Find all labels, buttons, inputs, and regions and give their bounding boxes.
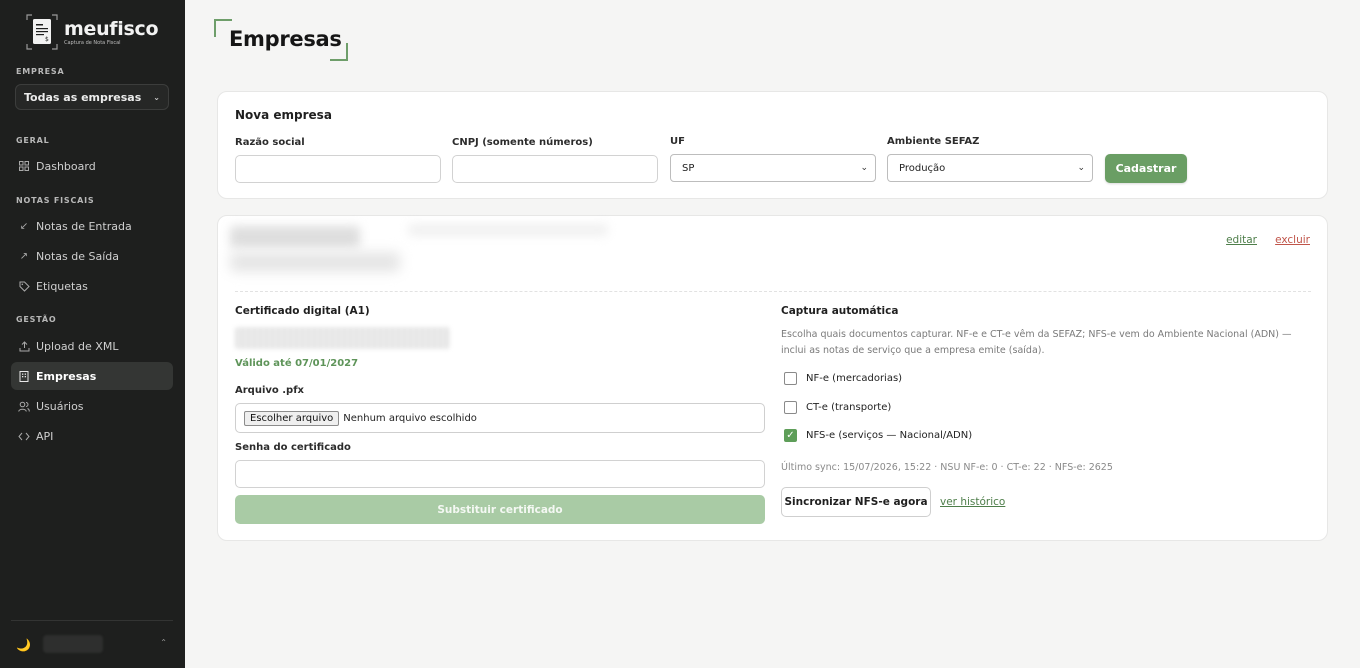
ambiente-label: Ambiente SEFAZ [887, 136, 980, 147]
company-meta-redacted [408, 224, 608, 236]
ambiente-select[interactable]: Produção ⌄ [887, 154, 1093, 182]
section-label-empresa: EMPRESA [16, 67, 65, 76]
sidebar-item-label: Upload de XML [36, 339, 119, 353]
replace-certificate-button[interactable]: Substituir certificado [235, 495, 765, 524]
razao-social-input[interactable] [235, 155, 441, 183]
company-cnpj-redacted [230, 252, 400, 272]
nfse-option[interactable]: ✓ NFS-e (serviços — Nacional/ADN) [784, 429, 972, 442]
nfse-option-label: NFS-e (serviços — Nacional/ADN) [806, 430, 973, 441]
certificate-title: Certificado digital (A1) [235, 305, 370, 317]
users-icon [18, 400, 30, 412]
nfse-checkbox[interactable]: ✓ [784, 429, 797, 442]
history-link[interactable]: ver histórico [940, 496, 1005, 508]
new-company-title: Nova empresa [235, 108, 332, 122]
arrow-up-right-icon: ↗ [19, 250, 29, 262]
last-sync-status: Último sync: 15/07/2026, 15:22 · NSU NF-… [781, 462, 1113, 473]
capture-title: Captura automática [781, 305, 899, 317]
divider [235, 291, 1311, 292]
razao-social-label: Razão social [235, 137, 305, 148]
sidebar-item-label: Notas de Entrada [36, 219, 132, 233]
company-select[interactable]: Todas as empresas ⌄ [15, 84, 169, 110]
nfe-option[interactable]: NF-e (mercadorias) [784, 372, 902, 385]
page-title: Empresas [229, 27, 342, 51]
certificate-info-redacted [235, 327, 450, 349]
nfe-checkbox[interactable] [784, 372, 797, 385]
capture-description: Escolha quais documentos capturar. NF-e … [781, 329, 1292, 356]
building-icon [18, 370, 30, 382]
chevron-down-icon: ⌄ [153, 92, 160, 102]
sync-nfse-button[interactable]: Sincronizar NFS-e agora [781, 487, 931, 517]
company-card: editar excluir Certificado digital (A1) … [217, 215, 1328, 541]
cte-option[interactable]: CT-e (transporte) [784, 401, 891, 414]
uf-select[interactable]: SP ⌄ [670, 154, 876, 182]
nfe-option-label: NF-e (mercadorias) [806, 373, 903, 384]
sidebar-item-usuarios[interactable]: Usuários [11, 392, 173, 420]
ambiente-select-value: Produção [899, 162, 946, 174]
sidebar-item-etiquetas[interactable]: Etiquetas [11, 272, 173, 300]
sidebar-item-label: Usuários [36, 399, 84, 413]
svg-text:$: $ [45, 36, 49, 43]
code-icon [18, 430, 30, 442]
user-name-redacted [43, 635, 103, 653]
file-label: Arquivo .pfx [235, 385, 305, 396]
sidebar-item-dashboard[interactable]: Dashboard [11, 152, 173, 180]
checkmark-icon: ✓ [786, 430, 795, 441]
cadastrar-button[interactable]: Cadastrar [1105, 154, 1187, 183]
grid-icon [18, 160, 30, 172]
sidebar-item-empresas[interactable]: Empresas [11, 362, 173, 390]
tag-icon [18, 280, 30, 292]
cte-checkbox[interactable] [784, 401, 797, 414]
cnpj-input[interactable] [452, 155, 658, 183]
sidebar-item-notas-saida[interactable]: ↗ Notas de Saída [11, 242, 173, 270]
brand-tagline: Captura de Nota Fiscal [64, 39, 121, 46]
pfx-file-input[interactable]: Escolher arquivo Nenhum arquivo escolhid… [235, 403, 765, 433]
sidebar-item-label: API [36, 429, 54, 443]
sidebar-item-api[interactable]: API [11, 422, 173, 450]
brand-name: meufisco [64, 17, 159, 40]
section-label-geral: GERAL [16, 136, 50, 145]
uf-label: UF [670, 136, 685, 147]
file-status: Nenhum arquivo escolhido [343, 412, 477, 424]
edit-link[interactable]: editar [1226, 234, 1257, 246]
delete-link[interactable]: excluir [1275, 234, 1310, 246]
sidebar-item-label: Etiquetas [36, 279, 88, 293]
page-title-block: Empresas [214, 19, 348, 61]
chevron-down-icon: ⌄ [860, 163, 868, 173]
sidebar-item-notas-entrada[interactable]: ↙ Notas de Entrada [11, 212, 173, 240]
upload-icon [18, 340, 30, 352]
uf-select-value: SP [682, 162, 695, 174]
sidebar-item-label: Empresas [36, 369, 97, 383]
company-name-redacted [230, 226, 360, 248]
section-label-notas: NOTAS FISCAIS [16, 196, 95, 205]
chevron-down-icon: ⌄ [1077, 163, 1085, 173]
sidebar-item-upload-xml[interactable]: Upload de XML [11, 332, 173, 360]
cnpj-label: CNPJ (somente números) [452, 137, 593, 148]
chevron-up-icon: ⌃ [160, 638, 167, 647]
choose-file-button[interactable]: Escolher arquivo [244, 410, 340, 426]
moon-icon[interactable]: 🌙 [16, 638, 31, 652]
sidebar-item-label: Notas de Saída [36, 249, 119, 263]
arrow-down-left-icon: ↙ [19, 220, 29, 232]
sidebar: $ meufisco Captura de Nota Fiscal EMPRES… [0, 0, 185, 668]
password-label: Senha do certificado [235, 442, 351, 453]
new-company-card: Nova empresa Razão social CNPJ (somente … [217, 91, 1328, 199]
sidebar-item-label: Dashboard [36, 159, 96, 173]
section-label-gestao: GESTÃO [16, 315, 57, 324]
certificate-valid-badge: Válido até 07/01/2027 [235, 358, 359, 369]
company-select-value: Todas as empresas [24, 90, 142, 104]
invoice-logo-icon: $ [26, 14, 58, 50]
user-menu[interactable]: 🌙 ⌃ [11, 620, 173, 668]
brand-logo[interactable]: $ meufisco Captura de Nota Fiscal [26, 14, 159, 50]
cte-option-label: CT-e (transporte) [806, 402, 892, 413]
certificate-password-input[interactable] [235, 460, 765, 488]
